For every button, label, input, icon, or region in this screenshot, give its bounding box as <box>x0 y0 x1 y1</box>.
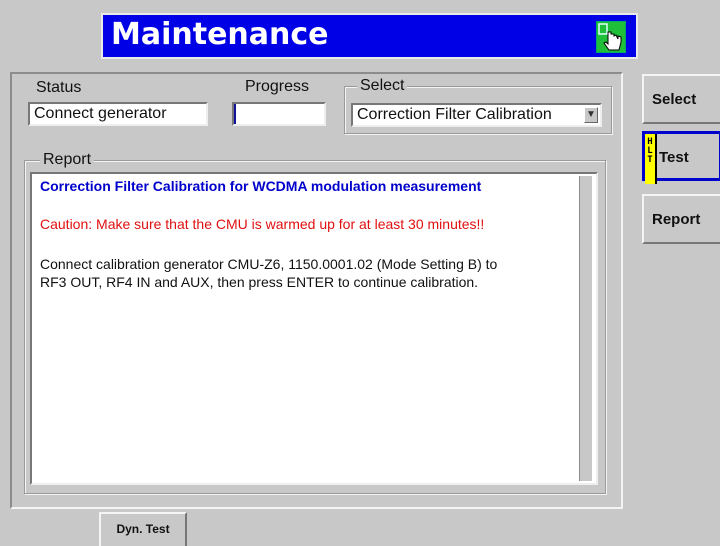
report-button-label: Report <box>652 211 701 228</box>
status-field: Connect generator <box>28 102 208 126</box>
report-body-line: Connect calibration generator CMU-Z6, 11… <box>40 256 498 272</box>
test-button[interactable]: HLT Test <box>642 131 720 184</box>
title-bar: Maintenance <box>101 13 638 59</box>
report-body-line: RF3 OUT, RF4 IN and AUX, then press ENTE… <box>40 274 479 290</box>
report-caution-line: Caution: Make sure that the CMU is warme… <box>40 216 485 232</box>
status-label: Status <box>36 79 82 96</box>
chevron-down-icon[interactable]: ▼ <box>584 107 598 123</box>
hlt-badge: HLT <box>645 134 657 184</box>
hand-pointer-icon[interactable] <box>596 21 626 53</box>
page-title: Maintenance <box>111 17 329 52</box>
select-dropdown[interactable]: Correction Filter Calibration ▼ <box>351 103 602 127</box>
progress-bar <box>232 102 326 126</box>
select-button-label: Select <box>652 91 697 108</box>
report-label: Report <box>40 151 95 169</box>
report-button[interactable]: Report <box>642 194 720 244</box>
progress-label: Progress <box>245 78 310 95</box>
progress-fill <box>234 104 236 124</box>
select-value: Correction Filter Calibration <box>357 106 552 123</box>
test-button-label: Test <box>659 149 689 166</box>
report-textarea[interactable]: Correction Filter Calibration for WCDMA … <box>30 172 598 485</box>
select-label: Select <box>357 77 408 95</box>
select-button[interactable]: Select <box>642 74 720 124</box>
report-title-line: Correction Filter Calibration for WCDMA … <box>40 178 482 194</box>
report-scrollbar[interactable] <box>579 176 592 481</box>
tab-dyn-test[interactable]: Dyn. Test <box>99 512 187 546</box>
